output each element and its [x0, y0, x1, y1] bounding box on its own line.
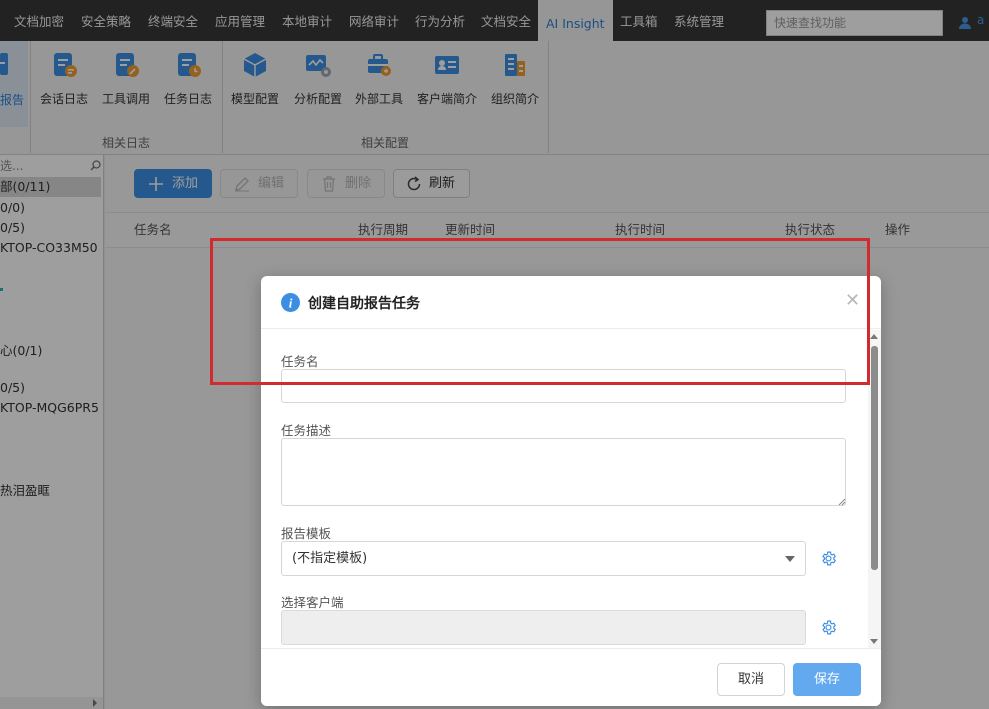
cancel-button[interactable]: 取消 — [717, 663, 785, 696]
highlight-annotation-box — [210, 238, 870, 385]
report-template-value: (不指定模板) — [292, 551, 368, 566]
scroll-up-arrow-icon[interactable] — [870, 334, 878, 339]
client-select-field[interactable] — [281, 610, 806, 645]
textarea-resize-handle[interactable] — [838, 498, 846, 506]
scroll-down-arrow-icon[interactable] — [870, 639, 878, 644]
chevron-down-icon — [785, 556, 795, 562]
report-template-select[interactable]: (不指定模板) — [281, 541, 806, 576]
report-template-label: 报告模板 — [281, 526, 332, 541]
template-settings-gear-icon[interactable] — [820, 550, 837, 567]
task-description-label: 任务描述 — [281, 423, 332, 438]
save-button[interactable]: 保存 — [793, 663, 861, 696]
task-description-textarea[interactable] — [281, 438, 846, 506]
scrollbar-thumb[interactable] — [871, 346, 878, 570]
dialog-footer: 取消 保存 — [261, 648, 881, 706]
client-settings-gear-icon[interactable] — [820, 619, 837, 636]
select-client-label: 选择客户端 — [281, 595, 344, 610]
